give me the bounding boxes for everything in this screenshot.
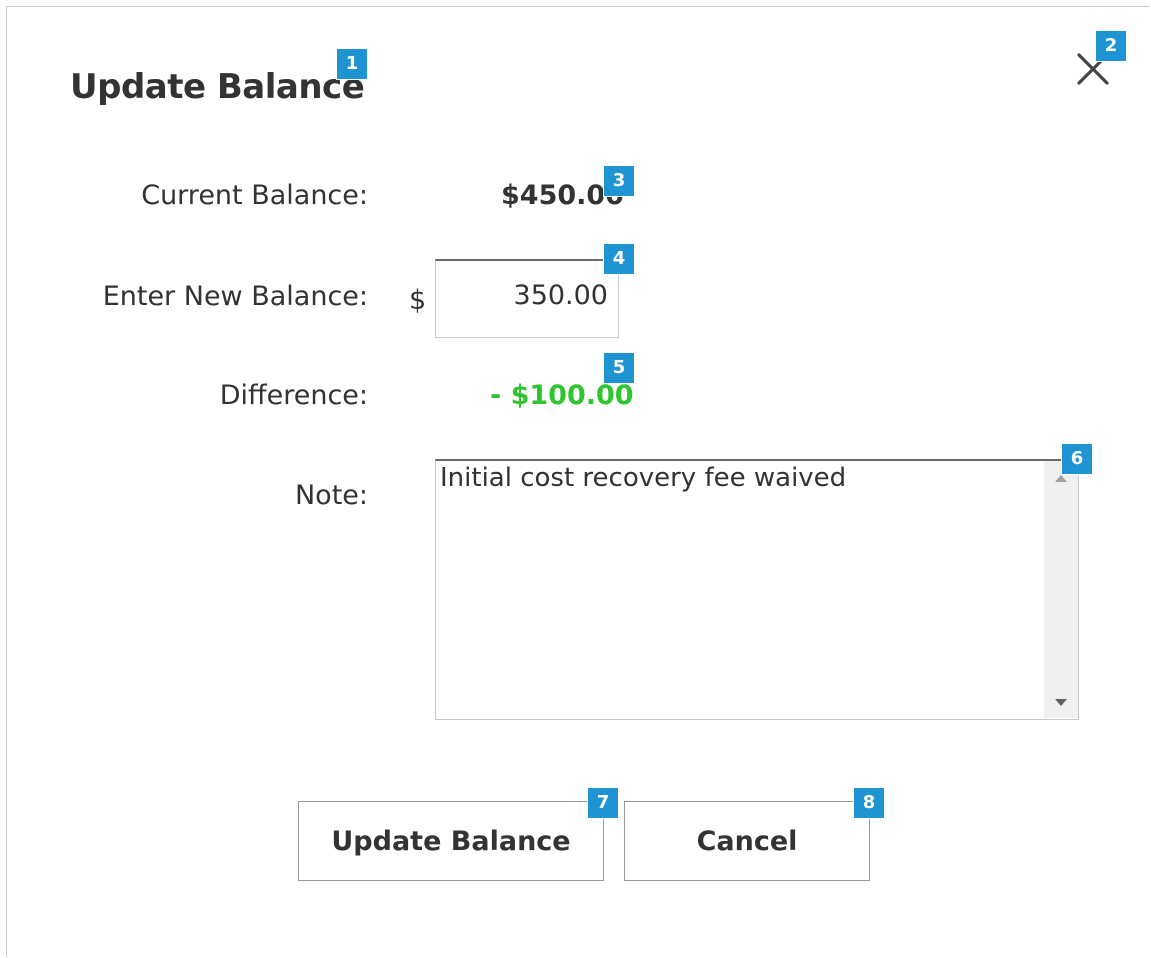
- update-balance-button[interactable]: Update Balance: [298, 801, 604, 881]
- scroll-down-icon[interactable]: [1055, 699, 1067, 706]
- difference-value: - $100.00: [490, 380, 634, 411]
- cancel-button[interactable]: Cancel: [624, 801, 870, 881]
- update-balance-dialog: Update Balance Current Balance: $450.00 …: [6, 6, 1150, 957]
- annotation-badge-3: 3: [603, 165, 635, 197]
- dialog-title: Update Balance: [70, 67, 365, 107]
- annotation-badge-2: 2: [1095, 30, 1127, 62]
- annotation-badge-7: 7: [587, 787, 619, 819]
- new-balance-label: Enter New Balance:: [102, 281, 368, 312]
- note-label: Note:: [294, 480, 368, 511]
- annotation-badge-4: 4: [603, 243, 635, 275]
- note-scrollbar[interactable]: [1044, 461, 1078, 718]
- currency-symbol: $: [409, 285, 427, 316]
- annotation-badge-5: 5: [603, 352, 635, 384]
- annotation-badge-6: 6: [1061, 443, 1093, 475]
- scroll-up-icon[interactable]: [1055, 475, 1067, 482]
- difference-label: Difference:: [219, 380, 368, 411]
- annotation-badge-8: 8: [853, 787, 885, 819]
- new-balance-input[interactable]: [435, 259, 619, 338]
- note-field: Initial cost recovery fee waived: [435, 459, 1079, 720]
- current-balance-label: Current Balance:: [141, 180, 368, 211]
- note-textarea[interactable]: Initial cost recovery fee waived: [436, 461, 1040, 718]
- annotation-badge-1: 1: [336, 48, 368, 80]
